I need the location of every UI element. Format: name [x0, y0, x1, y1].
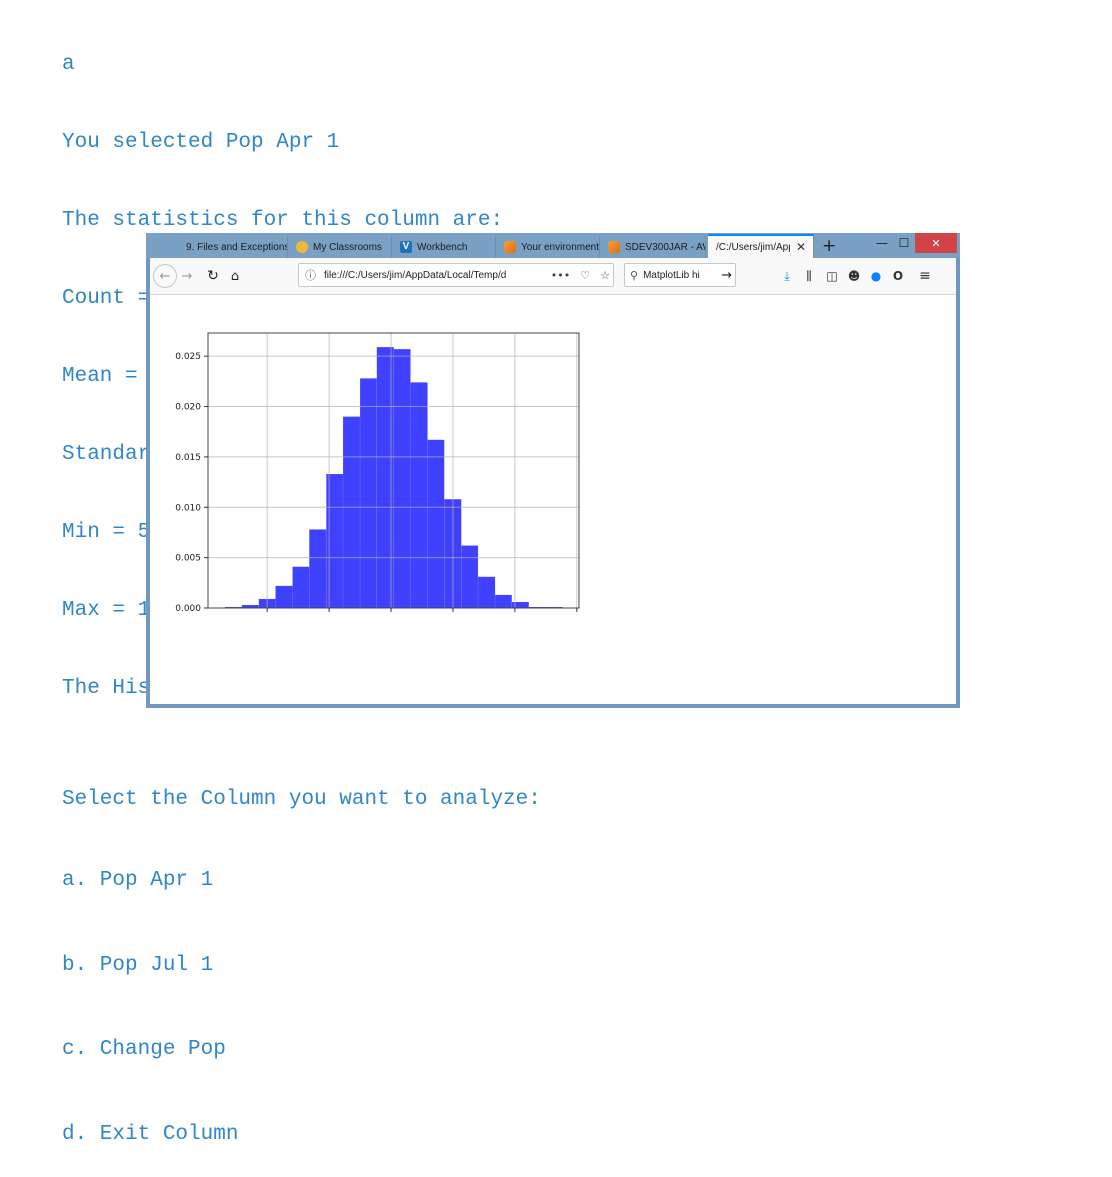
tab-label: /C:/Users/jim/AppData: [716, 241, 790, 253]
search-icon: ⚲: [630, 268, 639, 282]
home-button[interactable]: ⌂: [226, 265, 244, 287]
histogram-chart: 60801001201401600.0000.0050.0100.0150.02…: [175, 332, 580, 614]
tab-files-and-exceptions[interactable]: 9. Files and Exceptions: [178, 236, 288, 258]
reload-button[interactable]: ↻: [204, 265, 222, 287]
tab-sdev300jar[interactable]: SDEV300JAR - AWS: [600, 236, 706, 258]
close-window-button[interactable]: ✕: [915, 233, 957, 253]
url-bar[interactable]: ⓘ file:///C:/Users/jim/AppData/Local/Tem…: [298, 263, 614, 287]
tab-bar: 9. Files and Exceptions My Classrooms V …: [146, 233, 960, 258]
workbench-icon: V: [400, 241, 412, 253]
tab-workbench[interactable]: V Workbench: [392, 236, 496, 258]
console-line-input-echo: a: [62, 53, 75, 76]
hamburger-menu-icon[interactable]: ≡: [916, 267, 934, 285]
tab-label: Your environments: [521, 241, 599, 253]
site-info-icon[interactable]: ⓘ: [305, 267, 316, 283]
search-input[interactable]: MatplotLib hi: [643, 270, 721, 281]
histogram-bar: [342, 416, 361, 609]
tab-label: Workbench: [417, 241, 468, 253]
console-line-selection: You selected Pop Apr 1: [62, 131, 340, 154]
histogram-bar: [461, 545, 479, 609]
y-tick-label: 0.025: [175, 352, 201, 362]
histogram-bar: [410, 382, 428, 609]
library-icon[interactable]: ⫼: [800, 267, 818, 285]
y-tick-label: 0.000: [175, 604, 201, 614]
sidebar-icon[interactable]: ◫: [823, 267, 841, 285]
menu-option-exit: d. Exit Column: [62, 1122, 239, 1146]
histogram-bar: [477, 576, 496, 609]
new-tab-button[interactable]: +: [822, 236, 836, 256]
menu-prompt: Select the Column you want to analyze:: [62, 788, 541, 811]
maximize-button[interactable]: ☐: [893, 233, 915, 253]
account-icon[interactable]: ☻: [845, 267, 863, 285]
url-input[interactable]: file:///C:/Users/jim/AppData/Local/Temp/…: [324, 270, 544, 281]
histogram-bar: [309, 529, 327, 609]
bookmark-star-icon[interactable]: ☆: [597, 269, 613, 282]
histogram-bar: [292, 566, 310, 609]
pocket-icon[interactable]: ♡: [577, 269, 593, 282]
search-go-button[interactable]: →: [721, 268, 735, 283]
tab-label: My Classrooms: [313, 241, 382, 253]
extension-icon[interactable]: ●: [867, 267, 885, 285]
extension-icon[interactable]: O: [889, 267, 907, 285]
page-actions-icon[interactable]: •••: [548, 269, 573, 282]
y-tick-label: 0.005: [175, 554, 201, 564]
back-button[interactable]: ←: [153, 264, 177, 288]
bars-layer: [224, 346, 563, 609]
console-menu: Select the Column you want to analyze: a…: [62, 735, 541, 1177]
y-tick-label: 0.015: [175, 453, 201, 463]
histogram-bar: [511, 601, 530, 609]
browser-window: 9. Files and Exceptions My Classrooms V …: [146, 233, 960, 708]
tab-your-environments[interactable]: Your environments: [496, 236, 600, 258]
aws-icon: [504, 241, 516, 253]
navigation-toolbar: ← → ↻ ⌂ ⓘ file:///C:/Users/jim/AppData/L…: [150, 258, 956, 295]
tab-label: SDEV300JAR - AWS: [625, 241, 705, 253]
tab-my-classrooms[interactable]: My Classrooms: [288, 236, 392, 258]
histogram-bar: [427, 439, 445, 609]
console-line-stats-header: The statistics for this column are:: [62, 209, 504, 232]
menu-option-pop-apr: a. Pop Apr 1: [62, 869, 214, 892]
close-tab-icon[interactable]: ✕: [796, 240, 806, 254]
minimize-button[interactable]: —: [871, 233, 893, 253]
histogram-bar: [275, 585, 293, 609]
tab-label: 9. Files and Exceptions: [186, 241, 287, 253]
y-tick-label: 0.010: [175, 503, 201, 513]
forward-button[interactable]: →: [178, 265, 196, 287]
histogram-bar: [494, 594, 513, 609]
histogram-bar: [393, 348, 411, 609]
y-tick-label: 0.020: [175, 403, 201, 413]
page-content: 60801001201401600.0000.0050.0100.0150.02…: [150, 295, 956, 704]
classroom-icon: [296, 241, 308, 253]
menu-option-change-pop: c. Change Pop: [62, 1038, 226, 1061]
search-bar[interactable]: ⚲ MatplotLib hi →: [624, 263, 736, 287]
tab-local-file[interactable]: /C:/Users/jim/AppData ✕: [708, 234, 814, 258]
histogram-bar: [359, 378, 378, 609]
aws-icon: [608, 241, 620, 253]
menu-option-pop-jul: b. Pop Jul 1: [62, 953, 214, 977]
download-icon[interactable]: ⤓: [778, 267, 796, 285]
